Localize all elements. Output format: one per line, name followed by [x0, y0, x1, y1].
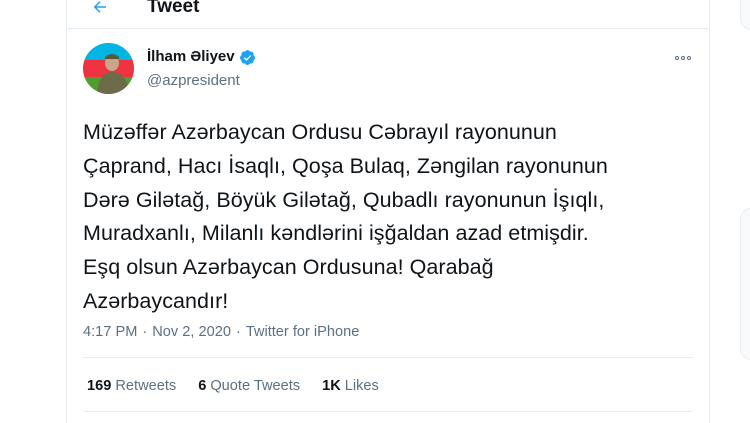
sidebar-card	[740, 208, 750, 360]
tweet-date-link[interactable]: Nov 2, 2020	[152, 323, 231, 341]
retweets-stat[interactable]: 169 Retweets	[87, 377, 176, 395]
quote-tweets-stat[interactable]: 6 Quote Tweets	[198, 377, 300, 395]
page-header: Tweet	[67, 0, 709, 29]
avatar-image	[83, 43, 134, 94]
avatar[interactable]	[83, 43, 134, 94]
author-name-row: İlham Əliyev	[147, 48, 256, 66]
likes-stat[interactable]: 1K Likes	[322, 377, 379, 395]
author-display-name[interactable]: İlham Əliyev	[147, 48, 235, 66]
retweets-count: 169	[87, 378, 112, 394]
page-title: Tweet	[147, 0, 200, 17]
arrow-left-icon	[93, 1, 106, 13]
quote-tweets-label: Quote Tweets	[210, 378, 301, 394]
quote-tweets-count: 6	[198, 378, 207, 394]
divider	[83, 357, 693, 358]
likes-count: 1K	[322, 378, 341, 394]
author-handle[interactable]: @azpresident	[147, 72, 240, 90]
meta-separator: ·	[142, 324, 148, 340]
meta-separator: ·	[235, 324, 241, 340]
more-dot	[681, 56, 685, 60]
verified-badge-icon	[239, 49, 255, 65]
sidebar-card	[740, 0, 750, 30]
tweet-metadata: 4:17 PM · Nov 2, 2020 · Twitter for iPho…	[83, 323, 359, 341]
back-button[interactable]	[85, 0, 115, 22]
tweet-source-link[interactable]: Twitter for iPhone	[246, 323, 360, 341]
tweet-detail-column: Tweet İlham Əliyev @azpresident Müzəffər…	[66, 0, 710, 423]
more-options-icon[interactable]	[673, 50, 693, 66]
more-dot	[687, 56, 691, 60]
divider	[83, 411, 693, 412]
likes-label: Likes	[344, 378, 379, 394]
retweets-label: Retweets	[115, 378, 177, 394]
tweet-time-link[interactable]: 4:17 PM	[83, 323, 137, 341]
tweet-stats: 169 Retweets 6 Quote Tweets 1K Likes	[87, 377, 379, 395]
left-gutter	[0, 0, 66, 423]
more-dot	[675, 56, 679, 60]
tweet-text: Müzəffər Azərbaycan Ordusu Cəbrayıl rayo…	[83, 120, 608, 313]
